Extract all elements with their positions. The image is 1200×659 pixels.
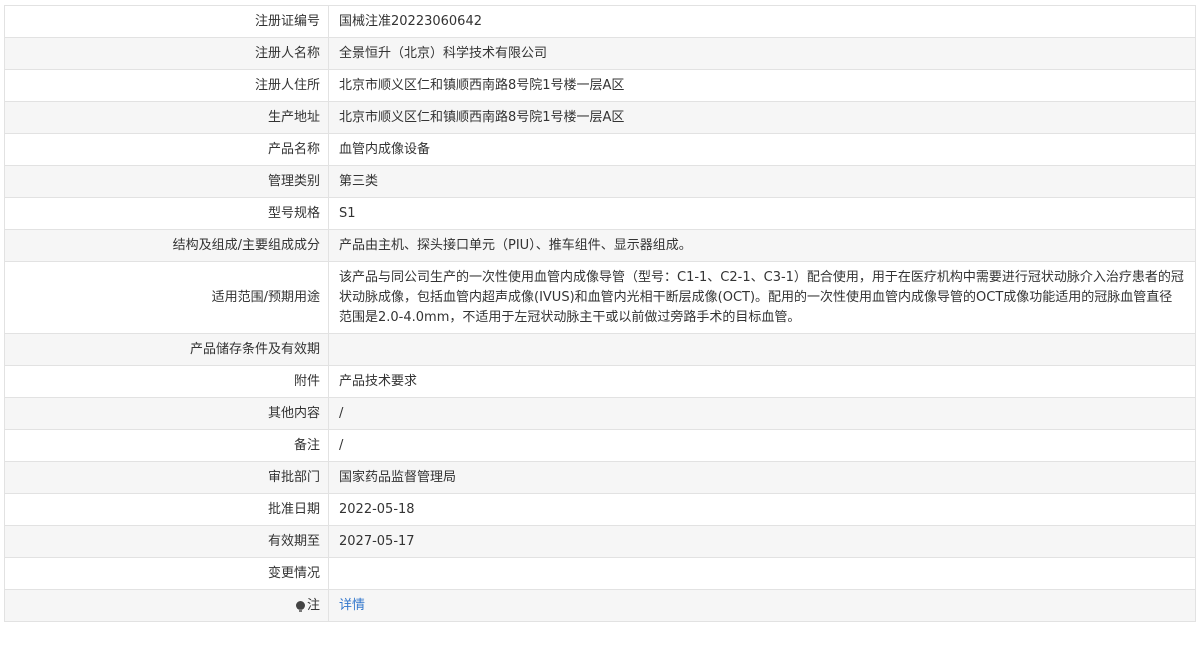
row-value: / <box>328 429 1196 462</box>
row-label: 其他内容 <box>4 397 329 430</box>
row-label: 备注 <box>4 429 329 462</box>
table-row: 生产地址 北京市顺义区仁和镇顺西南路8号院1号楼一层A区 <box>4 101 1196 134</box>
note-label: 注 <box>306 597 320 613</box>
table-row: 型号规格 S1 <box>4 197 1196 230</box>
table-row: 适用范围/预期用途 该产品与同公司生产的一次性使用血管内成像导管（型号：C1-1… <box>4 261 1196 334</box>
row-label: 审批部门 <box>4 461 329 494</box>
row-value: S1 <box>328 197 1196 230</box>
row-label: 管理类别 <box>4 165 329 198</box>
table-row: 注册人名称 全景恒升（北京）科学技术有限公司 <box>4 37 1196 70</box>
row-label: 变更情况 <box>4 557 329 590</box>
row-label: 批准日期 <box>4 493 329 526</box>
row-value: 2027-05-17 <box>328 525 1196 558</box>
table-row: 备注 / <box>4 429 1196 462</box>
registration-detail-table: 注册证编号 国械注准20223060642 注册人名称 全景恒升（北京）科学技术… <box>4 5 1196 622</box>
details-link[interactable]: 详情 <box>339 598 365 613</box>
row-value <box>328 333 1196 366</box>
row-label: 型号规格 <box>4 197 329 230</box>
row-label: 产品名称 <box>4 133 329 166</box>
row-value: 产品由主机、探头接口单元（PIU）、推车组件、显示器组成。 <box>328 229 1196 262</box>
table-row: 产品储存条件及有效期 <box>4 333 1196 366</box>
row-value: 国家药品监督管理局 <box>328 461 1196 494</box>
table-row: 其他内容 / <box>4 397 1196 430</box>
row-label: 附件 <box>4 365 329 398</box>
row-label: 适用范围/预期用途 <box>4 261 329 334</box>
table-row: 注册证编号 国械注准20223060642 <box>4 5 1196 38</box>
table-row: 管理类别 第三类 <box>4 165 1196 198</box>
table-row: 结构及组成/主要组成成分 产品由主机、探头接口单元（PIU）、推车组件、显示器组… <box>4 229 1196 262</box>
row-label: 注册人名称 <box>4 37 329 70</box>
row-label: 注册证编号 <box>4 5 329 38</box>
row-value: 北京市顺义区仁和镇顺西南路8号院1号楼一层A区 <box>328 69 1196 102</box>
row-value: / <box>328 397 1196 430</box>
row-value: 北京市顺义区仁和镇顺西南路8号院1号楼一层A区 <box>328 101 1196 134</box>
table-row: 附件 产品技术要求 <box>4 365 1196 398</box>
note-value-cell: 详情 <box>328 589 1196 622</box>
table-row: 有效期至 2027-05-17 <box>4 525 1196 558</box>
row-value: 产品技术要求 <box>328 365 1196 398</box>
table-row: 审批部门 国家药品监督管理局 <box>4 461 1196 494</box>
note-row: 注 详情 <box>4 589 1196 622</box>
table-row: 批准日期 2022-05-18 <box>4 493 1196 526</box>
row-value: 国械注准20223060642 <box>328 5 1196 38</box>
row-label: 产品储存条件及有效期 <box>4 333 329 366</box>
table-row: 变更情况 <box>4 557 1196 590</box>
row-value: 血管内成像设备 <box>328 133 1196 166</box>
note-label-cell: 注 <box>4 589 329 622</box>
row-value: 2022-05-18 <box>328 493 1196 526</box>
row-label: 结构及组成/主要组成成分 <box>4 229 329 262</box>
row-label: 有效期至 <box>4 525 329 558</box>
row-value <box>328 557 1196 590</box>
row-label: 注册人住所 <box>4 69 329 102</box>
table-row: 注册人住所 北京市顺义区仁和镇顺西南路8号院1号楼一层A区 <box>4 69 1196 102</box>
row-value: 全景恒升（北京）科学技术有限公司 <box>328 37 1196 70</box>
row-value: 第三类 <box>328 165 1196 198</box>
lightbulb-icon <box>295 600 305 612</box>
table-row: 产品名称 血管内成像设备 <box>4 133 1196 166</box>
row-value: 该产品与同公司生产的一次性使用血管内成像导管（型号：C1-1、C2-1、C3-1… <box>328 261 1196 334</box>
row-label: 生产地址 <box>4 101 329 134</box>
